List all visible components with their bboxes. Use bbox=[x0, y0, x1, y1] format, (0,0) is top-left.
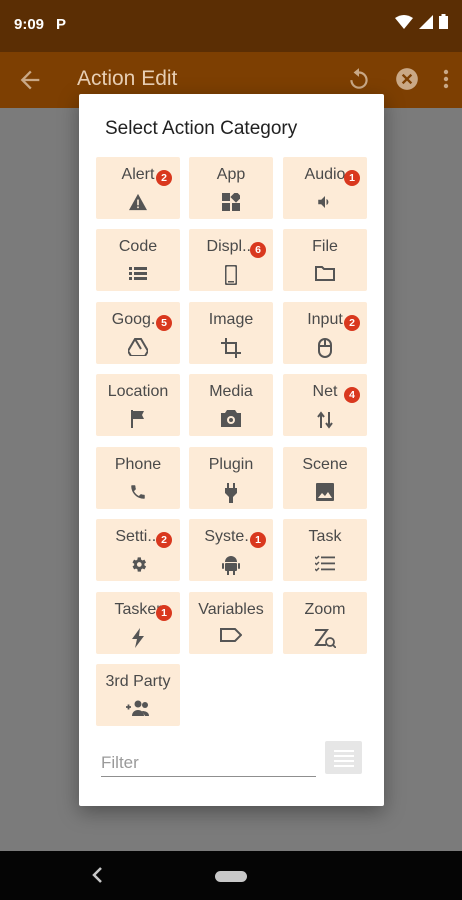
category-tile[interactable]: Plugin bbox=[189, 447, 273, 509]
android-icon bbox=[189, 555, 273, 575]
picture-icon bbox=[283, 483, 367, 501]
category-tile[interactable]: App bbox=[189, 157, 273, 219]
status-icons bbox=[395, 14, 448, 29]
filter-field-wrap bbox=[101, 749, 316, 779]
category-tile[interactable]: Goog... 5 bbox=[96, 302, 180, 364]
category-label: App bbox=[216, 166, 246, 183]
category-label: Location bbox=[107, 383, 169, 400]
group-add-icon bbox=[96, 700, 180, 718]
category-tile[interactable]: Syste... 1 bbox=[189, 519, 273, 581]
label-icon bbox=[189, 628, 273, 646]
app-actions bbox=[346, 66, 450, 92]
status-bar: 9:09 P bbox=[0, 0, 462, 52]
warning-icon bbox=[96, 193, 180, 211]
category-tile[interactable]: Media bbox=[189, 374, 273, 436]
category-label: 3rd Party bbox=[105, 673, 171, 690]
category-tile[interactable]: Input 2 bbox=[283, 302, 367, 364]
category-tile[interactable]: Image bbox=[189, 302, 273, 364]
category-tile[interactable]: Scene bbox=[283, 447, 367, 509]
filter-list-button[interactable] bbox=[325, 741, 362, 774]
count-badge: 2 bbox=[344, 315, 360, 331]
count-badge: 1 bbox=[250, 532, 266, 548]
category-label: Media bbox=[209, 383, 253, 400]
category-label: Plugin bbox=[208, 456, 254, 473]
category-tile[interactable]: 3rd Party bbox=[96, 664, 180, 726]
app-title: Action Edit bbox=[77, 67, 178, 90]
signal-icon bbox=[419, 14, 433, 29]
count-badge: 2 bbox=[156, 532, 172, 548]
category-label: Phone bbox=[114, 456, 162, 473]
swap-arrows-icon bbox=[283, 410, 367, 429]
category-tile[interactable]: Displ... 6 bbox=[189, 229, 273, 291]
category-tile[interactable]: Variables bbox=[189, 592, 273, 654]
wifi-icon bbox=[395, 14, 413, 29]
select-action-category-dialog: Select Action Category Alert 2 App Audio 1… bbox=[79, 94, 384, 806]
category-tile[interactable]: Location bbox=[96, 374, 180, 436]
nav-back-icon[interactable] bbox=[90, 865, 106, 885]
list-icon bbox=[96, 265, 180, 283]
system-nav-bar bbox=[0, 851, 462, 900]
flag-icon bbox=[96, 410, 180, 428]
category-tile[interactable]: Task bbox=[283, 519, 367, 581]
mouse-icon bbox=[283, 338, 367, 358]
drive-icon bbox=[96, 338, 180, 356]
category-label: Zoom bbox=[304, 601, 346, 618]
category-tile[interactable]: Zoom bbox=[283, 592, 367, 654]
category-tile[interactable]: Alert 2 bbox=[96, 157, 180, 219]
flash-icon bbox=[96, 628, 180, 648]
count-badge: 1 bbox=[156, 605, 172, 621]
category-label: File bbox=[312, 238, 338, 255]
volume-icon bbox=[283, 193, 367, 211]
back-arrow-icon[interactable] bbox=[16, 66, 44, 94]
count-badge: 6 bbox=[250, 242, 266, 258]
battery-icon bbox=[439, 14, 448, 29]
apps-icon bbox=[189, 193, 273, 211]
gear-icon bbox=[96, 555, 180, 573]
nav-home-pill[interactable] bbox=[215, 871, 247, 882]
category-tile[interactable]: Code bbox=[96, 229, 180, 291]
status-time: 9:09 bbox=[14, 16, 45, 33]
category-tile[interactable]: Net 4 bbox=[283, 374, 367, 436]
dialog-title: Select Action Category bbox=[105, 118, 298, 139]
zoom-icon bbox=[283, 628, 367, 648]
category-label: Variables bbox=[198, 601, 264, 618]
count-badge: 2 bbox=[156, 170, 172, 186]
undo-icon[interactable] bbox=[346, 66, 372, 92]
category-tile[interactable]: Setti... 2 bbox=[96, 519, 180, 581]
checklist-icon bbox=[283, 555, 367, 573]
category-label: Image bbox=[208, 311, 254, 328]
category-tile[interactable]: File bbox=[283, 229, 367, 291]
count-badge: 5 bbox=[156, 315, 172, 331]
count-badge: 1 bbox=[344, 170, 360, 186]
notification-p-icon: P bbox=[56, 16, 67, 33]
category-label: Task bbox=[308, 528, 342, 545]
filter-input[interactable] bbox=[101, 749, 316, 777]
category-label: Scene bbox=[302, 456, 348, 473]
category-label: Code bbox=[118, 238, 158, 255]
camera-icon bbox=[189, 410, 273, 428]
category-tile[interactable]: Tasker 1 bbox=[96, 592, 180, 654]
count-badge: 4 bbox=[344, 387, 360, 403]
category-tile[interactable]: Audio 1 bbox=[283, 157, 367, 219]
phone-device-icon bbox=[189, 265, 273, 285]
phone-icon bbox=[96, 483, 180, 501]
more-vert-icon[interactable] bbox=[442, 67, 450, 91]
plug-icon bbox=[189, 483, 273, 503]
crop-icon bbox=[189, 338, 273, 358]
category-tile[interactable]: Phone bbox=[96, 447, 180, 509]
cancel-icon[interactable] bbox=[394, 66, 420, 92]
folder-icon bbox=[283, 265, 367, 283]
text-lines-icon bbox=[333, 749, 354, 767]
